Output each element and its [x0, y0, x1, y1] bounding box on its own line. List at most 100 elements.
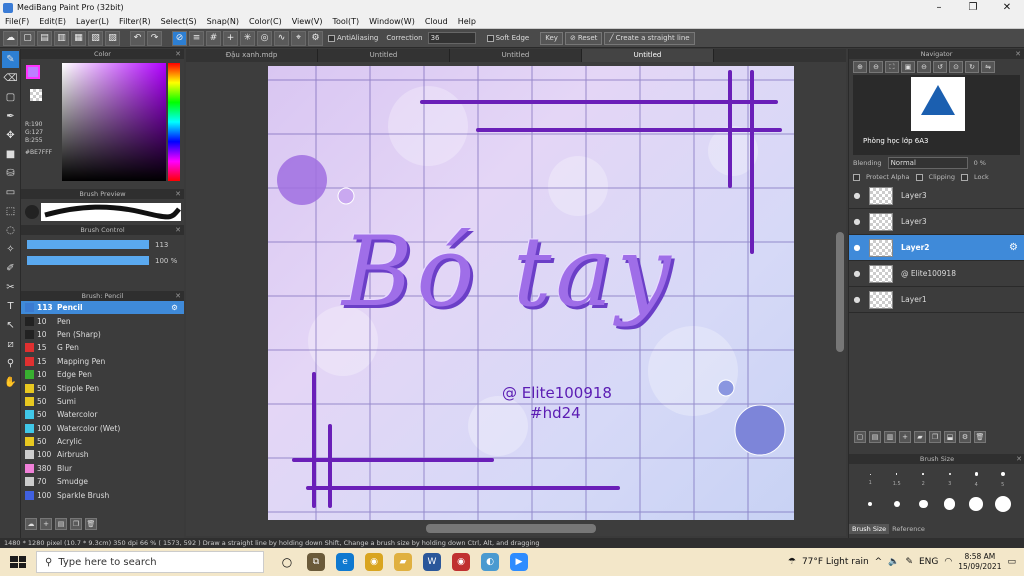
export-icon[interactable]: ▧ — [88, 30, 103, 46]
menu-color[interactable]: Color(C) — [244, 17, 287, 26]
brush-size-option[interactable] — [857, 492, 884, 516]
hand-tool-icon[interactable]: ✋ — [2, 374, 19, 391]
blending-select[interactable]: Normal — [887, 157, 968, 169]
tab-reference[interactable]: Reference — [889, 524, 928, 534]
brush-size-option[interactable] — [910, 492, 937, 516]
eraser-tool-icon[interactable]: ⌫ — [2, 70, 19, 87]
brush-item[interactable]: 10 Pen (Sharp) — [21, 328, 184, 341]
snap-parallel-icon[interactable]: ≡ — [189, 30, 204, 46]
brush-size-option[interactable]: 1 — [857, 468, 884, 492]
brush-size-option[interactable] — [990, 492, 1017, 516]
tray-arrow-icon[interactable]: ^ — [875, 557, 883, 567]
task-view-grid-icon[interactable]: ⧉ — [307, 553, 325, 571]
brush-size-option[interactable] — [937, 492, 964, 516]
new-halftone-layer-icon[interactable]: ▤ — [869, 431, 881, 443]
flip-icon[interactable]: ⇋ — [981, 61, 995, 73]
eyedropper-tool-icon[interactable]: ⚲ — [2, 355, 19, 372]
redo-icon[interactable]: ↷ — [147, 30, 162, 46]
lang-indicator[interactable]: ENG — [919, 557, 938, 567]
word-icon[interactable]: W — [423, 553, 441, 571]
lasso-tool-icon[interactable]: ◌ — [2, 222, 19, 239]
brush-tool-icon[interactable]: ✎ — [2, 51, 19, 68]
brush-size-option[interactable]: 3 — [937, 468, 964, 492]
chrome-profile-icon[interactable]: ◉ — [452, 553, 470, 571]
menu-cloud[interactable]: Cloud — [420, 17, 453, 26]
antialiasing-checkbox[interactable] — [328, 34, 335, 42]
vertical-scrollbar[interactable] — [836, 232, 844, 352]
minimize-button[interactable]: – — [922, 2, 956, 13]
add-layer-menu-icon[interactable]: + — [899, 431, 911, 443]
taskbar-search[interactable]: ⚲ Type here to search — [36, 551, 264, 573]
brush-size-option[interactable]: 5 — [990, 468, 1017, 492]
brush-size-option[interactable]: 2 — [910, 468, 937, 492]
taskbar-clock[interactable]: 8:58 AM 15/09/2021 — [958, 552, 1001, 572]
new-file-icon[interactable]: ▢ — [20, 30, 35, 46]
brush-size-option[interactable]: 4 — [963, 468, 990, 492]
brush-item[interactable]: 100 Watercolor (Wet) — [21, 422, 184, 435]
new-layer-icon[interactable]: ▢ — [854, 431, 866, 443]
brush-item[interactable]: 50 Watercolor — [21, 408, 184, 421]
panel-close-icon[interactable]: ✕ — [175, 49, 181, 59]
panel-close-icon[interactable]: ✕ — [1015, 49, 1021, 59]
pen-icon[interactable]: ✎ — [905, 557, 913, 567]
maximize-button[interactable]: ❐ — [956, 2, 990, 13]
tab-brush-size[interactable]: Brush Size — [849, 524, 890, 534]
medibang-icon[interactable]: ◐ — [481, 553, 499, 571]
fit-icon[interactable]: ⛶ — [885, 61, 899, 73]
soft-edge-toggle[interactable]: Soft Edge — [484, 34, 533, 42]
select-tool-icon[interactable]: ⬚ — [2, 203, 19, 220]
brush-item[interactable]: 380 Blur — [21, 462, 184, 475]
text-tool-icon[interactable]: T — [2, 298, 19, 315]
duplicate-layer-icon[interactable]: ❐ — [929, 431, 941, 443]
brush-size-slider[interactable] — [27, 240, 149, 249]
brush-size-option[interactable] — [963, 492, 990, 516]
brush-settings-icon[interactable]: ▤ — [55, 518, 67, 530]
foreground-swatch[interactable] — [26, 65, 40, 79]
tab-untitled-1[interactable]: Untitled — [318, 49, 450, 62]
straight-line-button[interactable]: ╱ Create a straight line — [604, 31, 695, 45]
delete-layer-icon[interactable]: 🗑 — [974, 431, 986, 443]
save-icon[interactable]: ▦ — [71, 30, 86, 46]
layer-visibility-icon[interactable]: ● — [849, 269, 865, 278]
clipping-checkbox[interactable] — [915, 173, 923, 181]
hue-slider[interactable] — [168, 63, 180, 181]
edge-icon[interactable]: e — [336, 553, 354, 571]
protect-alpha-checkbox[interactable] — [853, 173, 860, 181]
layer-item[interactable]: ● Layer3 — [849, 209, 1024, 235]
layer-settings-icon[interactable]: ⚙ — [959, 431, 971, 443]
divide-tool-icon[interactable]: ⧄ — [2, 336, 19, 353]
brush-item[interactable]: 113 Pencil ⚙ — [21, 301, 184, 315]
actual-size-icon[interactable]: ▣ — [901, 61, 915, 73]
layer-item[interactable]: ● @ Elite100918 — [849, 261, 1024, 287]
lock-checkbox[interactable] — [961, 173, 968, 181]
operation-tool-icon[interactable]: ↖ — [2, 317, 19, 334]
zoom-out-icon[interactable]: ⊖ — [869, 61, 883, 73]
navigator-view[interactable]: Phòng học lớp 6A3 — [853, 75, 1020, 155]
zoom-icon[interactable]: ⊖ — [917, 61, 931, 73]
snap-off-icon[interactable]: ⊘ — [172, 30, 187, 46]
tab-untitled-3[interactable]: Untitled — [582, 49, 714, 62]
brush-item[interactable]: 15 G Pen — [21, 341, 184, 354]
select-eraser-tool-icon[interactable]: ✂ — [2, 279, 19, 296]
menu-edit[interactable]: Edit(E) — [34, 17, 71, 26]
menu-snap[interactable]: Snap(N) — [202, 17, 244, 26]
snap-grid-icon[interactable]: # — [206, 30, 221, 46]
new-8bit-layer-icon[interactable]: ▥ — [884, 431, 896, 443]
close-button[interactable]: ✕ — [990, 2, 1024, 13]
cloud-icon[interactable]: ☁ — [3, 30, 18, 46]
chrome-icon[interactable]: ◉ — [365, 553, 383, 571]
reset-button[interactable]: ⊘ Reset — [564, 31, 603, 45]
tab-untitled-2[interactable]: Untitled — [450, 49, 582, 62]
zoom-app-icon[interactable]: ▶ — [510, 553, 528, 571]
horizontal-scrollbar[interactable] — [426, 524, 596, 533]
drawing-canvas[interactable]: Bó tay @ Elite100918 #hd24 — [268, 66, 794, 520]
menu-select[interactable]: Select(S) — [156, 17, 202, 26]
task-view-icon[interactable]: ○ — [278, 553, 296, 571]
rotate-right-icon[interactable]: ↻ — [965, 61, 979, 73]
layer-folder-icon[interactable]: ▰ — [914, 431, 926, 443]
brush-item[interactable]: 50 Acrylic — [21, 435, 184, 448]
correction-select[interactable]: 36 — [427, 32, 476, 44]
zoom-in-icon[interactable]: ⊕ — [853, 61, 867, 73]
brush-item[interactable]: 50 Sumi — [21, 395, 184, 408]
rotate-reset-icon[interactable]: ⊙ — [949, 61, 963, 73]
